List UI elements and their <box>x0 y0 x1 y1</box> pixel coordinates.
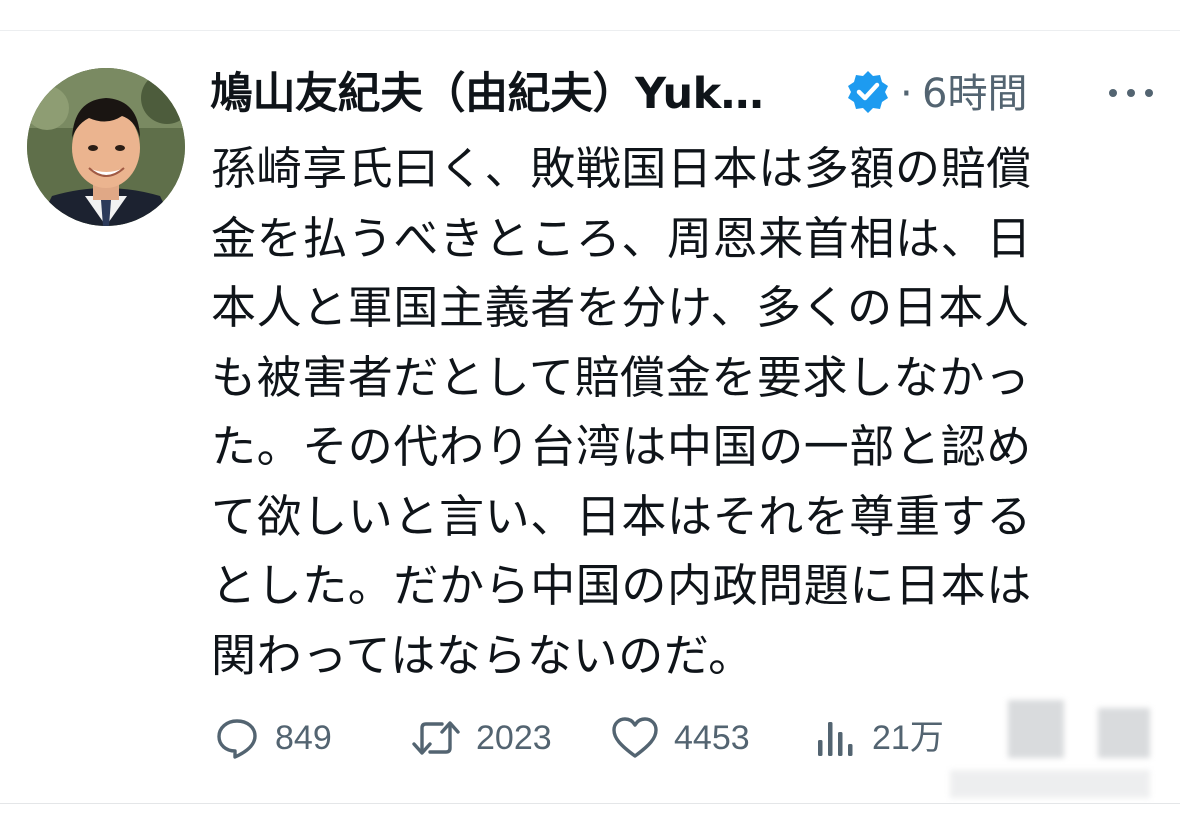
top-divider <box>0 30 1180 31</box>
tweet-text-line: も被害者だとして賠償金を要求しなかっ <box>211 350 1031 404</box>
like-button[interactable]: 4453 <box>610 708 750 768</box>
verified-badge-icon <box>844 68 892 116</box>
bottom-divider <box>0 803 1180 804</box>
tweet-text-line: 孫崎享氏曰く、敗戦国日本は多額の賠償 <box>211 142 1032 195</box>
views-count: 21万 <box>872 719 944 757</box>
tweet-text-line: 金を払うべきところ、周恩来首相は、日 <box>211 211 1032 265</box>
tweet-header: 鳩山友紀夫（由紀夫）Yuk… · 6時間 <box>210 62 1160 126</box>
retweet-icon <box>410 714 462 762</box>
retweet-count: 2023 <box>476 719 552 757</box>
redacted-watermark <box>950 770 1150 798</box>
author-avatar[interactable] <box>27 68 185 226</box>
author-display-name[interactable]: 鳩山友紀夫（由紀夫）Yuk… <box>210 64 764 124</box>
tweet-text-line: とした。だから中国の内政問題に日本は <box>211 559 1032 612</box>
more-options-icon[interactable] <box>1103 78 1159 108</box>
reply-count: 849 <box>275 719 332 757</box>
reply-icon <box>213 714 261 762</box>
views-button[interactable]: 21万 <box>814 708 944 768</box>
header-separator: · <box>900 71 913 117</box>
tweet-timestamp[interactable]: 6時間 <box>922 64 1027 124</box>
tweet-card: 鳩山友紀夫（由紀夫）Yuk… · 6時間 孫崎享氏曰く、敗戦国日本は多額の賠償 … <box>0 0 1180 832</box>
retweet-button[interactable]: 2023 <box>410 708 552 768</box>
tweet-text-line: た。その代わり台湾は中国の一部と認め <box>211 420 1032 473</box>
redacted-watermark <box>1008 700 1064 758</box>
tweet-text-line: て欲しいと言い、日本はそれを尊重する <box>211 489 1032 543</box>
views-chart-icon <box>814 714 858 762</box>
tweet-body: 孫崎享氏曰く、敗戦国日本は多額の賠償 金を払うべきところ、周恩来首相は、日 本人… <box>211 134 1141 690</box>
tweet-text-line: 関わってはならないのだ。 <box>211 628 754 682</box>
like-count: 4453 <box>674 719 750 757</box>
reply-button[interactable]: 849 <box>213 708 332 768</box>
tweet-text-line: 本人と軍国主義者を分け、多くの日本人 <box>211 281 1030 334</box>
redacted-watermark <box>1098 708 1150 758</box>
heart-icon <box>610 714 660 762</box>
